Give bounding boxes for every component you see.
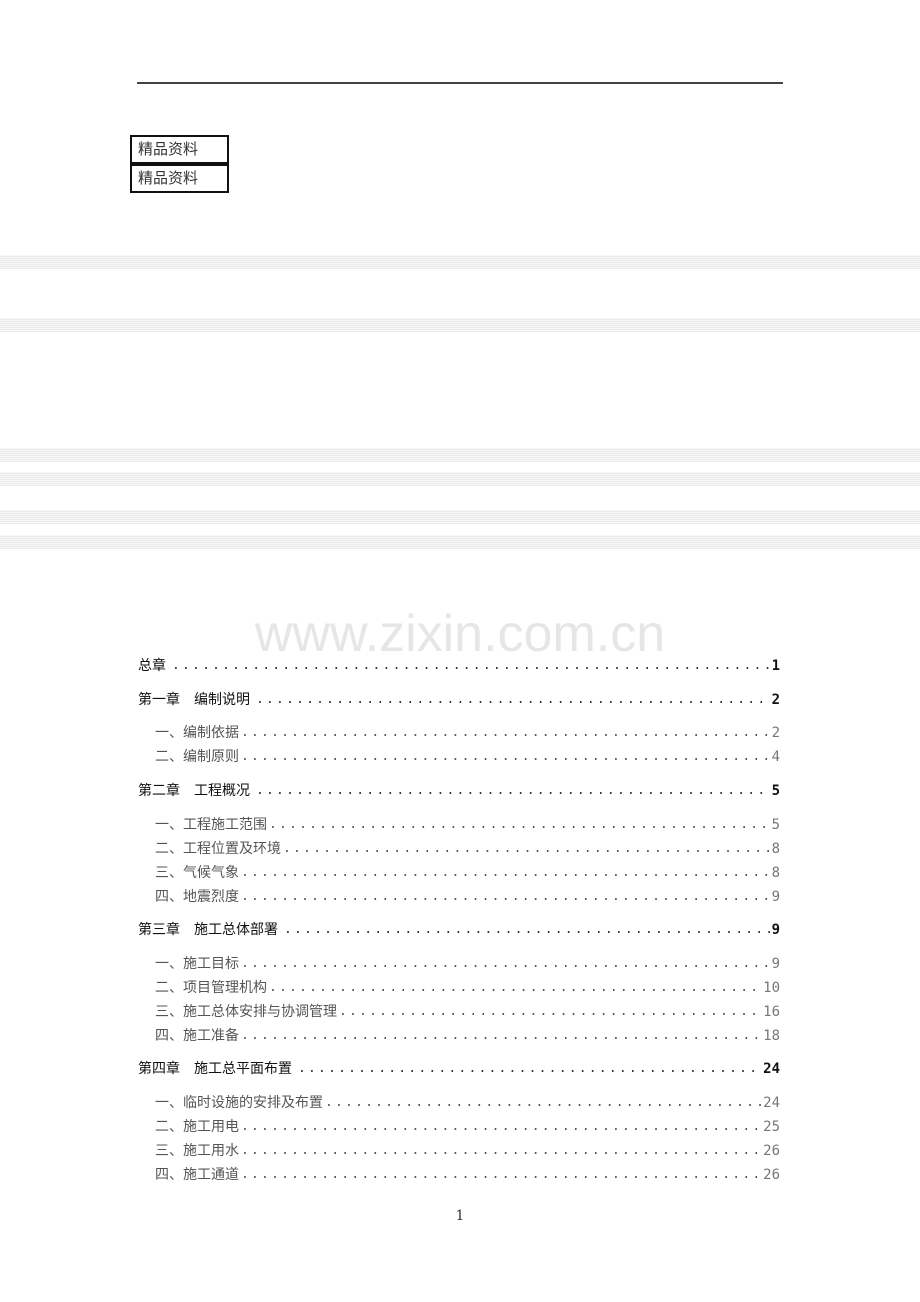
dot-leader: ........................................… xyxy=(256,692,770,707)
toc-page-number: 26 xyxy=(763,1167,780,1183)
toc-section-entry[interactable]: 一、施工目标..................................… xyxy=(138,954,780,974)
toc-section-entry[interactable]: 二、项目管理机构................................… xyxy=(138,978,780,998)
toc-entry-title: 一、编制依据 xyxy=(155,725,239,741)
dot-leader: ........................................… xyxy=(325,1095,761,1110)
dot-leader: ........................................… xyxy=(241,1167,761,1182)
dot-leader: ........................................… xyxy=(172,658,770,673)
toc-section-entry[interactable]: 三、施工总体安排与协调管理...........................… xyxy=(138,1002,780,1022)
toc-entry-title: 第四章 施工总平面布置 xyxy=(138,1061,292,1077)
header-rule xyxy=(137,82,783,84)
watermark: www.zixin.com.cn xyxy=(254,605,666,663)
dot-leader: ........................................… xyxy=(241,1143,761,1158)
toc-page-number: 25 xyxy=(763,1119,780,1135)
dot-leader: ........................................… xyxy=(269,817,770,832)
toc-page-number: 4 xyxy=(771,749,780,765)
dot-leader: ........................................… xyxy=(298,1061,762,1076)
toc-section-entry[interactable]: 二、工程位置及环境...............................… xyxy=(138,839,780,859)
dot-leader: ........................................… xyxy=(241,865,770,880)
dot-leader: ........................................… xyxy=(241,956,770,971)
dot-leader: ........................................… xyxy=(283,841,770,856)
toc-section-entry[interactable]: 四、施工准备..................................… xyxy=(138,1026,780,1046)
toc-page-number: 24 xyxy=(763,1061,780,1077)
toc-section-entry[interactable]: 一、编制依据..................................… xyxy=(138,723,780,743)
toc-page-number: 1 xyxy=(771,658,780,674)
dot-leader: ........................................… xyxy=(241,1119,761,1134)
toc-entry-title: 第三章 施工总体部署 xyxy=(138,922,278,938)
toc-chapter-entry[interactable]: 第四章 施工总平面布置.............................… xyxy=(138,1059,780,1079)
toc-entry-title: 第二章 工程概况 xyxy=(138,783,250,799)
toc-entry-title: 三、施工用水 xyxy=(155,1143,239,1159)
toc-section-entry[interactable]: 二、编制原则..................................… xyxy=(138,747,780,767)
obscured-text-band xyxy=(0,535,920,549)
toc-section-entry[interactable]: 四、地震烈度..................................… xyxy=(138,887,780,907)
toc-page-number: 26 xyxy=(763,1143,780,1159)
dot-leader: ........................................… xyxy=(241,725,770,740)
toc-section-entry[interactable]: 三、施工用水..................................… xyxy=(138,1141,780,1161)
toc-entry-title: 二、工程位置及环境 xyxy=(155,841,281,857)
toc-page-number: 9 xyxy=(771,889,780,905)
toc-section-entry[interactable]: 一、工程施工范围................................… xyxy=(138,815,780,835)
obscured-text-band xyxy=(0,255,920,269)
toc-entry-title: 三、气候气象 xyxy=(155,865,239,881)
obscured-text-band xyxy=(0,510,920,524)
toc-page-number: 2 xyxy=(771,725,780,741)
page-number: 1 xyxy=(455,1208,465,1224)
toc-section-entry[interactable]: 二、施工用电..................................… xyxy=(138,1117,780,1137)
obscured-text-band xyxy=(0,448,920,462)
toc-section-entry[interactable]: 一、临时设施的安排及布置............................… xyxy=(138,1093,780,1113)
toc-chapter-entry[interactable]: 总章......................................… xyxy=(138,656,780,676)
toc-section-entry[interactable]: 四、施工通道..................................… xyxy=(138,1165,780,1185)
toc-page-number: 18 xyxy=(763,1028,780,1044)
toc-page-number: 5 xyxy=(771,817,780,833)
toc-entry-title: 一、临时设施的安排及布置 xyxy=(155,1095,323,1111)
toc-entry-title: 一、施工目标 xyxy=(155,956,239,972)
dot-leader: ........................................… xyxy=(241,889,770,904)
toc-entry-title: 第一章 编制说明 xyxy=(138,692,250,708)
toc-page-number: 9 xyxy=(771,956,780,972)
toc-entry-title: 四、施工准备 xyxy=(155,1028,239,1044)
toc-entry-title: 二、施工用电 xyxy=(155,1119,239,1135)
toc-entry-title: 二、编制原则 xyxy=(155,749,239,765)
obscured-text-band xyxy=(0,318,920,332)
toc-page-number: 5 xyxy=(771,783,780,799)
quality-badge: 精品资料 xyxy=(130,164,229,193)
toc-chapter-entry[interactable]: 第三章 施工总体部署..............................… xyxy=(138,920,780,940)
toc-page-number: 10 xyxy=(763,980,780,996)
toc-entry-title: 四、地震烈度 xyxy=(155,889,239,905)
quality-badge: 精品资料 xyxy=(130,135,229,164)
toc-page-number: 2 xyxy=(771,692,780,708)
toc-section-entry[interactable]: 三、气候气象..................................… xyxy=(138,863,780,883)
dot-leader: ........................................… xyxy=(339,1004,761,1019)
toc-chapter-entry[interactable]: 第一章 编制说明................................… xyxy=(138,690,780,710)
toc-entry-title: 二、项目管理机构 xyxy=(155,980,267,996)
toc-entry-title: 一、工程施工范围 xyxy=(155,817,267,833)
dot-leader: ........................................… xyxy=(241,749,770,764)
toc-page-number: 8 xyxy=(771,865,780,881)
toc-page-number: 24 xyxy=(763,1095,780,1111)
toc-chapter-entry[interactable]: 第二章 工程概况................................… xyxy=(138,781,780,801)
dot-leader: ........................................… xyxy=(269,980,762,995)
toc-page-number: 9 xyxy=(771,922,780,938)
toc-page-number: 8 xyxy=(771,841,780,857)
dot-leader: ........................................… xyxy=(241,1028,761,1043)
obscured-text-band xyxy=(0,472,920,486)
toc-entry-title: 四、施工通道 xyxy=(155,1167,239,1183)
toc-entry-title: 总章 xyxy=(138,658,166,674)
dot-leader: ........................................… xyxy=(256,783,770,798)
toc-entry-title: 三、施工总体安排与协调管理 xyxy=(155,1004,337,1020)
dot-leader: ........................................… xyxy=(284,922,770,937)
toc-page-number: 16 xyxy=(763,1004,780,1020)
